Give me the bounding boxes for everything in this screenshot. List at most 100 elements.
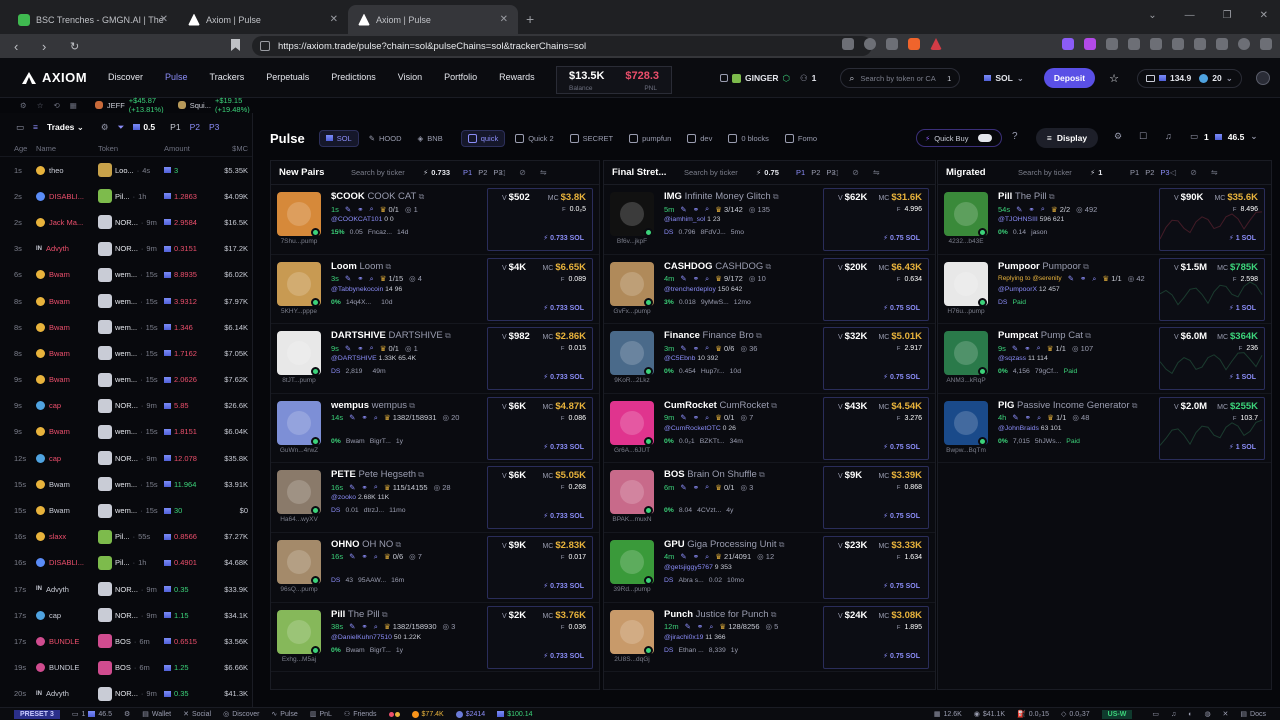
copy-icon[interactable]: ⧉ (393, 540, 402, 549)
axiom-logo[interactable]: AXIOM (22, 70, 87, 85)
twitter-handle[interactable]: @TJOHNSIII (998, 216, 1038, 223)
trader[interactable]: Bwam (36, 270, 98, 280)
filter-icon[interactable]: ⏷ (118, 122, 125, 133)
sidebar-icon[interactable] (1150, 38, 1162, 50)
search-icon[interactable]: ⌕ (374, 413, 378, 423)
filter-tab-quick[interactable]: quick (460, 129, 506, 147)
quick-buy-panel[interactable]: V $20K MC $6.43K F 0.634 ⚡ 0.75 SOL (823, 257, 929, 321)
token-card[interactable]: H76u...pump Pumpoor Pumpoor ⧉ Replying to … (938, 255, 1271, 325)
filter-tab-fomo[interactable]: Fomo (779, 131, 823, 146)
trade-row[interactable]: 16s slaxx Pil... · 55s 0.8566 $7.27K (0, 524, 252, 550)
link-icon[interactable]: ⚭ (361, 622, 367, 631)
col-name[interactable]: Name (36, 144, 98, 153)
filter-tab-pumpfun[interactable]: pumpfun (623, 131, 677, 146)
buy-amount[interactable]: ⚡ 0.733 (423, 168, 463, 177)
trade-token[interactable]: wem... · 15s (98, 320, 164, 335)
trader[interactable]: Bwam (36, 375, 98, 385)
nav-portfolio[interactable]: Portfolio (444, 72, 477, 82)
trade-token[interactable]: BOS · 6m (98, 660, 164, 675)
trader[interactable]: Bwam (36, 322, 98, 332)
browser-tab[interactable]: BSC Trenches - GMGN.AI | The Fastest ✕ (8, 5, 178, 34)
quick-buy-toggle[interactable]: ⚡ Quick Buy (916, 129, 1002, 147)
buy-button[interactable]: ⚡ 0.733 SOL (543, 304, 584, 312)
twitter-handle[interactable]: @DanielKuhn77510 (331, 634, 392, 641)
minimize-icon[interactable]: — (1185, 10, 1195, 21)
token-address[interactable]: BPAK...muxN (610, 516, 654, 523)
trade-token[interactable]: BOS · 6m (98, 634, 164, 649)
alert-icon[interactable] (930, 38, 942, 50)
copy-icon[interactable]: ⧉ (757, 470, 765, 479)
buy-button[interactable]: ⚡ 1 SOL (1229, 443, 1256, 451)
trader[interactable]: Bwam (36, 427, 98, 437)
bookmark-icon[interactable]: ☐ (1139, 131, 1147, 142)
menu-icon[interactable] (1260, 38, 1272, 50)
nav-trackers[interactable]: Trackers (210, 72, 245, 82)
history-icon[interactable]: ⟲ (53, 101, 59, 110)
footer-wallets[interactable]: ▭ 1 46.5 (72, 710, 112, 719)
settings-icon[interactable]: ⚙ (1114, 131, 1122, 142)
wallet-chip[interactable]: 134.9 20 ⌄ (1136, 68, 1242, 88)
deposit-button[interactable]: Deposit (1043, 68, 1096, 88)
trade-row[interactable]: 6s Bwam wem... · 15s 8.8935 $6.02K (0, 262, 252, 288)
trade-row[interactable]: 16s DISABLI... Pil... · 1h 0.4901 $4.68K (0, 550, 252, 576)
nav-rewards[interactable]: Rewards (499, 72, 535, 82)
quick-buy-panel[interactable]: V $32K MC $5.01K F 2.917 ⚡ 0.75 SOL (823, 327, 929, 391)
profile-avatar[interactable] (1255, 71, 1270, 85)
nav-discover[interactable]: Discover (108, 72, 143, 82)
trade-row[interactable]: 20s IN Advyth NOR... · 9m 0.35 $41.3K (0, 681, 252, 707)
copy-icon[interactable]: ⧉ (416, 470, 424, 479)
search-icon[interactable]: ⌕ (1041, 204, 1045, 214)
link-icon[interactable]: ⚭ (357, 205, 363, 214)
link-icon[interactable]: ⚭ (361, 552, 367, 561)
quick-buy-panel[interactable]: V $2K MC $3.76K F 0.036 ⚡ 0.733 SOL (487, 605, 593, 669)
layout-icon[interactable]: ▭ (1152, 710, 1159, 718)
forward-icon[interactable]: › (42, 39, 56, 54)
twitter-handle[interactable]: @jirachi0x19 (664, 634, 703, 641)
token-address[interactable]: Bf6v...jkpF (610, 238, 654, 245)
token-card[interactable]: 39Rd...pump GPU Giga Processing Unit ⧉ 4m ✎… (604, 533, 935, 603)
column-search-input[interactable]: Search by ticker (684, 168, 756, 177)
trader[interactable]: theo (36, 165, 98, 175)
link-icon[interactable]: ⚭ (1080, 274, 1086, 283)
column-search-input[interactable]: Search by ticker (351, 168, 423, 177)
filter-icon[interactable]: ⇋ (540, 168, 547, 177)
quick-buy-panel[interactable]: V $62K MC $31.6K F 4.996 ⚡ 0.75 SOL (823, 188, 929, 251)
trade-token[interactable]: Pil... · 1h (98, 555, 164, 570)
token-card[interactable]: BPAK...muxN BOS Brain On Shuffle ⧉ 6m ✎ ⚭ ⌕ ♛ … (604, 463, 935, 533)
token-card[interactable]: Bwpw...BqTm PIG Passive Income Generator … (938, 394, 1271, 464)
trade-row[interactable]: 17s cap NOR... · 9m 1.15 $34.1K (0, 602, 252, 628)
buy-button[interactable]: ⚡ 0.733 SOL (543, 582, 584, 590)
trader[interactable]: IN Advyth (36, 689, 98, 698)
twitter-handle[interactable]: @zooko (331, 494, 356, 501)
buy-button[interactable]: ⚡ 0.75 SOL (883, 582, 920, 590)
quick-buy-panel[interactable]: V $4K MC $6.65K F 0.089 ⚡ 0.733 SOL (487, 257, 593, 321)
reload-icon[interactable]: ↻ (70, 40, 84, 53)
twitter-handle[interactable]: @getsjiggy5767 (664, 564, 713, 571)
trade-row[interactable]: 2s Jack Ma... NOR... · 9m 2.9584 $16.5K (0, 209, 252, 235)
filter-tab-secret[interactable]: SECRET (564, 131, 619, 146)
buy-button[interactable]: ⚡ 0.75 SOL (883, 443, 920, 451)
nav-vision[interactable]: Vision (398, 72, 422, 82)
quick-buy-panel[interactable]: V $6K MC $4.87K F 0.086 ⚡ 0.733 SOL (487, 396, 593, 460)
search-icon[interactable]: ⌕ (705, 274, 709, 284)
search-icon[interactable]: ⌕ (705, 204, 709, 214)
settings-icon[interactable]: ⚙ (101, 122, 109, 133)
phantom-icon[interactable] (1062, 38, 1074, 50)
ticker-item[interactable]: JEFF +$45.87 (+13.81%) (94, 96, 168, 114)
feather-icon[interactable]: ✎ (1012, 413, 1018, 422)
copy-icon[interactable]: ⧉ (1130, 401, 1138, 410)
trade-row[interactable]: 17s IN Advyth NOR... · 9m 0.35 $33.9K (0, 576, 252, 602)
bookmark-icon[interactable] (231, 39, 240, 51)
token-card[interactable]: Exhg...M5aj Pill The Pill ⧉ 38s ✎ ⚭ ⌕ ♛ 1382/1… (271, 603, 599, 673)
token-address[interactable]: Gr6A...6JUT (610, 447, 654, 454)
balance-pnl-widget[interactable]: $13.5K $728.3 Balance PNL (556, 66, 672, 94)
link-icon[interactable]: ⚭ (693, 274, 699, 283)
zoom-icon[interactable] (864, 38, 876, 50)
quick-buy-panel[interactable]: V $90K MC $35.6K F 8.496 ⚡ 1 SOL (1159, 188, 1265, 251)
link-icon[interactable]: ⚭ (697, 622, 703, 631)
twitter-handle[interactable]: @iamhim_sol (664, 216, 705, 223)
copy-icon[interactable]: ⧉ (383, 262, 391, 271)
col-age[interactable]: Age (0, 144, 36, 153)
trader[interactable]: Bwam (36, 348, 98, 358)
buy-button[interactable]: ⚡ 0.75 SOL (883, 304, 920, 312)
